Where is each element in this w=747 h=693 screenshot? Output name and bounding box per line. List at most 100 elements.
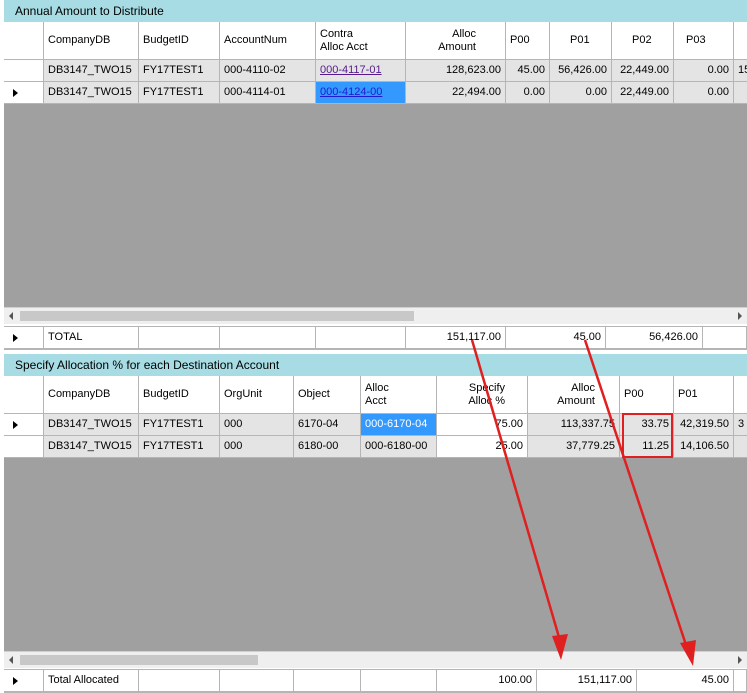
cell-p01[interactable]: 0.00	[550, 82, 612, 104]
total-label: TOTAL	[44, 327, 139, 349]
cell-p02[interactable]: 22,449.00	[612, 60, 674, 82]
total-p00: 45.00	[637, 670, 734, 692]
row-selector[interactable]	[4, 82, 44, 104]
scroll-left-icon[interactable]	[9, 656, 13, 664]
total-p00: 45.00	[506, 327, 606, 349]
scroll-right-icon[interactable]	[738, 656, 742, 664]
row-selector[interactable]	[4, 670, 44, 692]
col-budgetid[interactable]: BudgetID	[139, 22, 220, 60]
cell-object[interactable]: 6170-04	[294, 414, 361, 436]
total-empty-cell	[316, 327, 406, 349]
cell-p00[interactable]: 45.00	[506, 60, 550, 82]
col-object[interactable]: Object	[294, 376, 361, 414]
cell-contra-alloc-acct[interactable]: 000-4117-01	[316, 60, 406, 82]
section1-title: Annual Amount to Distribute	[4, 0, 747, 23]
cell-orgunit[interactable]: 000	[220, 414, 294, 436]
annotation-highlight-box	[622, 413, 673, 458]
grid2-horizontal-scrollbar[interactable]	[4, 651, 747, 668]
cell-p03[interactable]: 0.00	[674, 60, 734, 82]
col-p02[interactable]	[734, 376, 747, 414]
cell-p03[interactable]: 0.00	[674, 82, 734, 104]
current-row-arrow-icon	[13, 421, 18, 429]
table-row[interactable]: DB3147_TWO15 FY17TEST1 000-4110-02 000-4…	[4, 60, 747, 82]
cell-p02[interactable]: 3	[734, 414, 747, 436]
row-selector[interactable]	[4, 436, 44, 458]
col-p01[interactable]: P01	[674, 376, 734, 414]
scroll-thumb[interactable]	[20, 311, 414, 321]
cell-p00[interactable]: 0.00	[506, 82, 550, 104]
grid1-horizontal-scrollbar[interactable]	[4, 307, 747, 324]
cell-alloc-acct[interactable]: 000-6180-00	[361, 436, 437, 458]
total-empty-cell	[734, 670, 747, 692]
grid2-header-row: CompanyDB BudgetID OrgUnit Object Alloc …	[4, 376, 747, 414]
col-companydb[interactable]: CompanyDB	[44, 22, 139, 60]
cell-p01[interactable]: 14,106.50	[674, 436, 734, 458]
cell-budgetid[interactable]: FY17TEST1	[139, 82, 220, 104]
total-p01: 56,426.00	[606, 327, 703, 349]
cell-p04[interactable]	[734, 82, 747, 104]
cell-p01[interactable]: 56,426.00	[550, 60, 612, 82]
col-p00[interactable]: P00	[506, 22, 550, 60]
cell-alloc-amount[interactable]: 37,779.25	[528, 436, 620, 458]
row-selector[interactable]	[4, 60, 44, 82]
total-alloc-amount: 151,117.00	[406, 327, 506, 349]
scroll-right-icon[interactable]	[738, 312, 742, 320]
col-alloc-amount[interactable]: Alloc Amount	[406, 22, 506, 60]
cell-orgunit[interactable]: 000	[220, 436, 294, 458]
contra-acct-link[interactable]: 000-4117-01	[320, 64, 382, 76]
row-selector[interactable]	[4, 327, 44, 349]
col-alloc-amount[interactable]: Alloc Amount	[528, 376, 620, 414]
col-p00[interactable]: P00	[620, 376, 674, 414]
cell-alloc-acct-selected[interactable]: 000-6170-04	[361, 414, 437, 436]
col-specify-alloc-pct[interactable]: Specify Alloc %	[437, 376, 528, 414]
col-p01[interactable]: P01	[550, 22, 612, 60]
cell-budgetid[interactable]: FY17TEST1	[139, 414, 220, 436]
cell-p01[interactable]: 42,319.50	[674, 414, 734, 436]
cell-alloc-amount[interactable]: 113,337.75	[528, 414, 620, 436]
cell-companydb[interactable]: DB3147_TWO15	[44, 414, 139, 436]
total-alloc-pct: 100.00	[437, 670, 537, 692]
cell-p02[interactable]	[734, 436, 747, 458]
section2-title: Specify Allocation % for each Destinatio…	[4, 354, 747, 377]
current-row-arrow-icon	[13, 89, 18, 97]
cell-specify-alloc-pct[interactable]: 75.00	[437, 414, 528, 436]
cell-companydb[interactable]: DB3147_TWO15	[44, 436, 139, 458]
cell-p04[interactable]: 15	[734, 60, 747, 82]
cell-companydb[interactable]: DB3147_TWO15	[44, 82, 139, 104]
col-p04[interactable]	[734, 22, 747, 60]
current-row-arrow-icon	[13, 334, 18, 342]
cell-accountnum[interactable]: 000-4110-02	[220, 60, 316, 82]
scroll-left-icon[interactable]	[9, 312, 13, 320]
row-selector-header	[4, 22, 44, 60]
cell-alloc-amount[interactable]: 22,494.00	[406, 82, 506, 104]
total-empty-cell	[139, 670, 220, 692]
col-companydb[interactable]: CompanyDB	[44, 376, 139, 414]
cell-companydb[interactable]: DB3147_TWO15	[44, 60, 139, 82]
cell-alloc-amount[interactable]: 128,623.00	[406, 60, 506, 82]
total-empty-cell	[220, 327, 316, 349]
row-selector-header	[4, 376, 44, 414]
cell-contra-alloc-acct-selected[interactable]: 000-4124-00	[316, 82, 406, 104]
col-p03[interactable]: P03	[674, 22, 734, 60]
cell-budgetid[interactable]: FY17TEST1	[139, 436, 220, 458]
total-empty-cell	[294, 670, 361, 692]
cell-budgetid[interactable]: FY17TEST1	[139, 60, 220, 82]
col-alloc-acct[interactable]: Alloc Acct	[361, 376, 437, 414]
col-contra-alloc-acct[interactable]: Contra Alloc Acct	[316, 22, 406, 60]
scroll-thumb[interactable]	[20, 655, 258, 665]
cell-object[interactable]: 6180-00	[294, 436, 361, 458]
col-p02[interactable]: P02	[612, 22, 674, 60]
col-orgunit[interactable]: OrgUnit	[220, 376, 294, 414]
total-allocated-label: Total Allocated	[44, 670, 139, 692]
total-empty-cell	[703, 327, 747, 349]
total-empty-cell	[220, 670, 294, 692]
col-budgetid[interactable]: BudgetID	[139, 376, 220, 414]
contra-acct-link[interactable]: 000-4124-00	[320, 86, 382, 98]
table-row[interactable]: DB3147_TWO15 FY17TEST1 000-4114-01 000-4…	[4, 82, 747, 104]
annual-amount-grid[interactable]: CompanyDB BudgetID AccountNum Contra All…	[4, 22, 747, 307]
cell-accountnum[interactable]: 000-4114-01	[220, 82, 316, 104]
cell-p02[interactable]: 22,449.00	[612, 82, 674, 104]
cell-specify-alloc-pct[interactable]: 25.00	[437, 436, 528, 458]
row-selector[interactable]	[4, 414, 44, 436]
col-accountnum[interactable]: AccountNum	[220, 22, 316, 60]
